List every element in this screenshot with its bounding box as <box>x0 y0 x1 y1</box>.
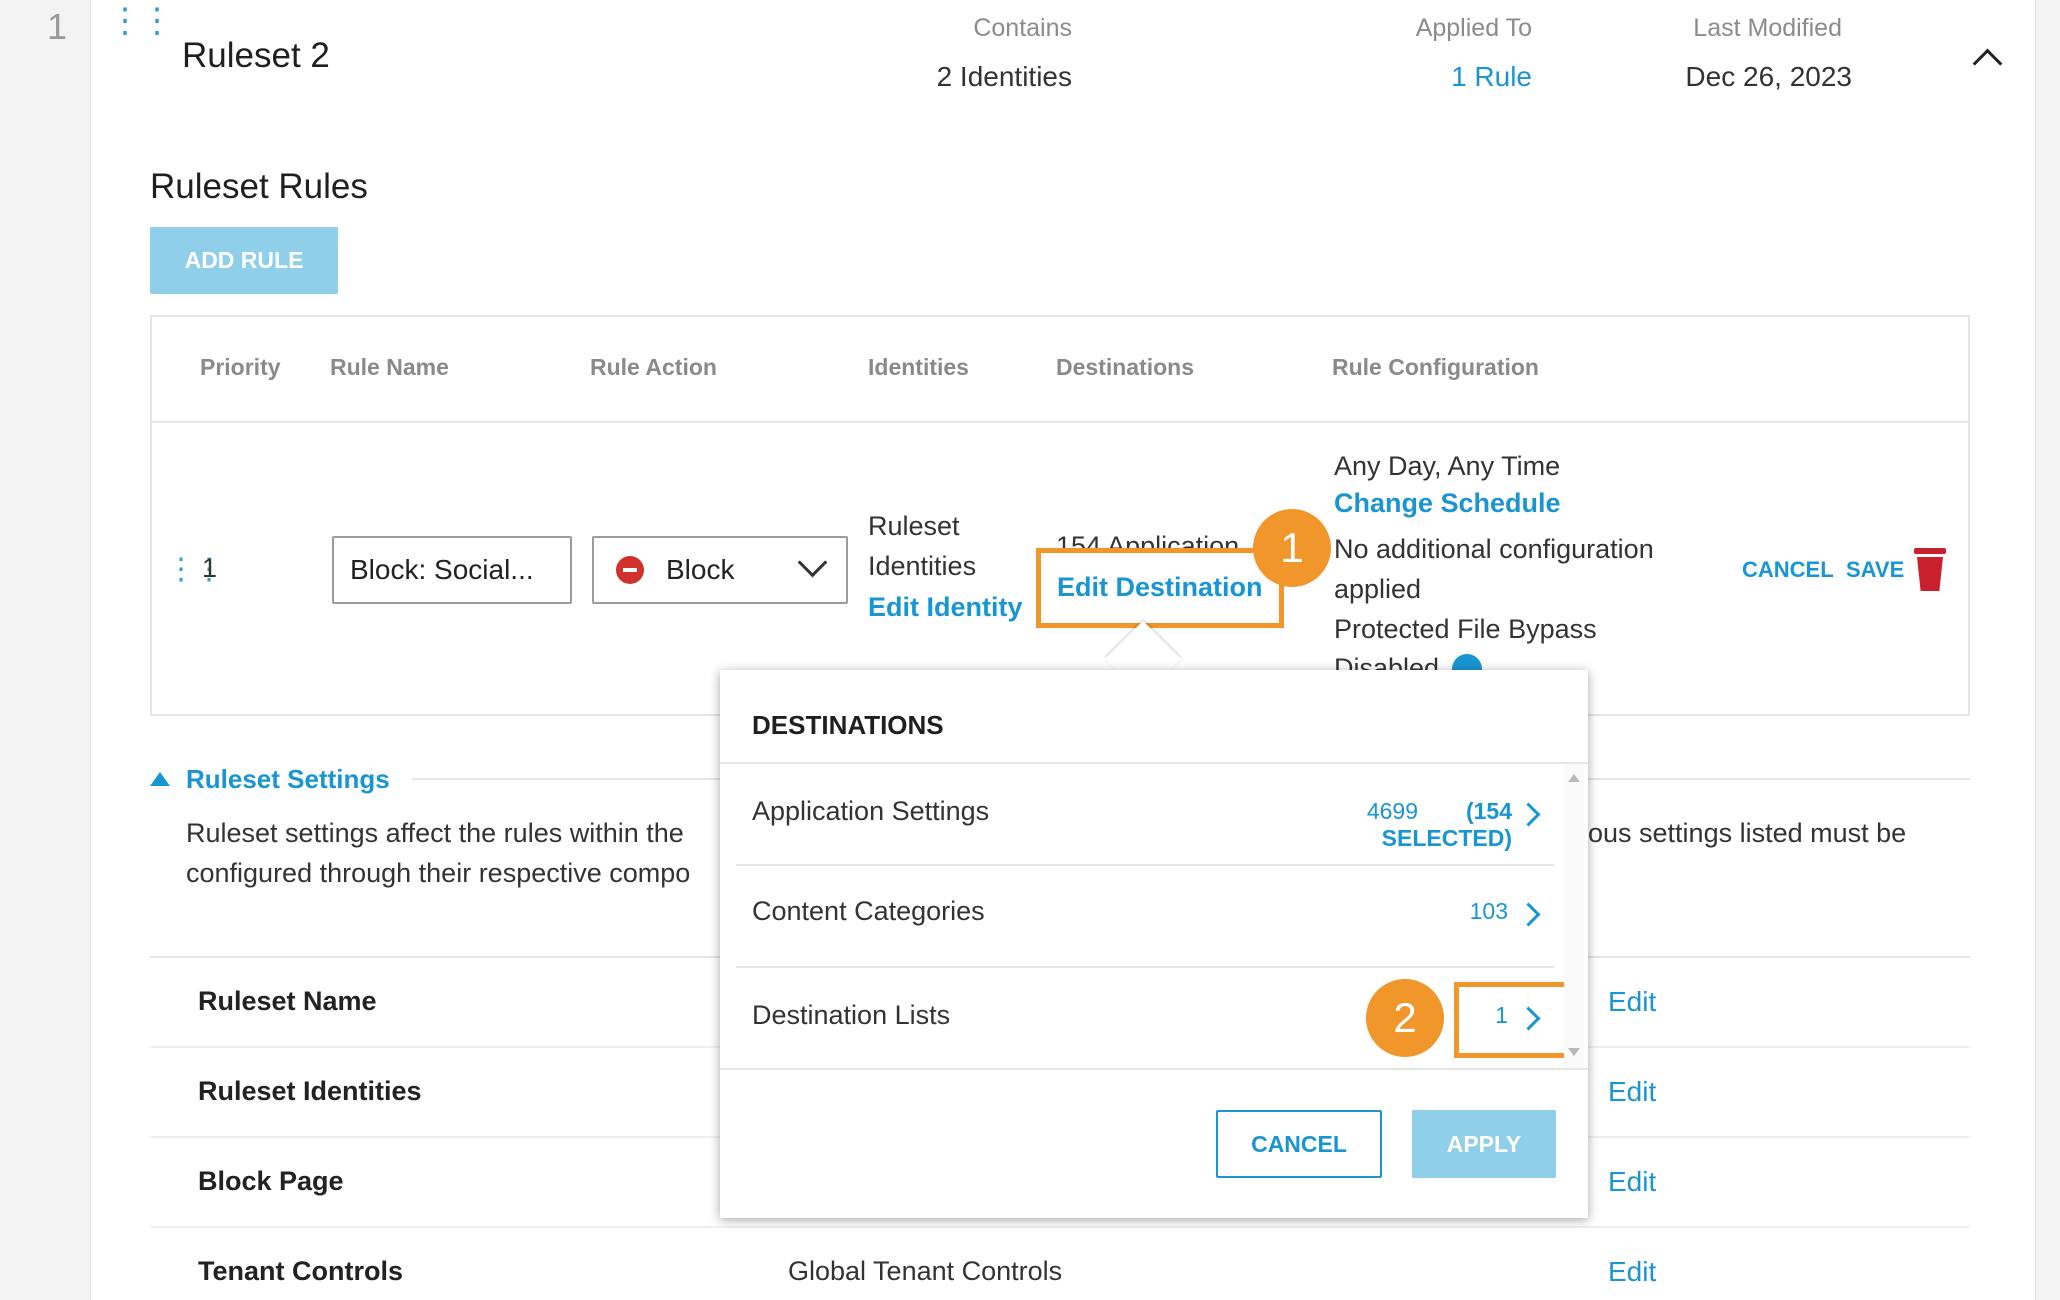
col-rule-configuration: Rule Configuration <box>1332 354 1539 380</box>
popup-footer-divider <box>720 1068 1588 1070</box>
setting-ruleset-identities-label: Ruleset Identities <box>198 1076 422 1106</box>
col-identities: Identities <box>868 354 969 380</box>
rule-name-value: Block: Social... <box>350 554 534 585</box>
col-rule-action: Rule Action <box>590 354 717 380</box>
config-applied: applied <box>1334 574 1422 604</box>
last-modified-value: Dec 26, 2023 <box>1685 61 1852 92</box>
popup-apply-button[interactable]: APPLY <box>1412 1110 1556 1178</box>
last-modified-label: Last Modified <box>1693 14 1842 42</box>
setting-block-page-label: Block Page <box>198 1166 344 1196</box>
setting-tenant-controls-label: Tenant Controls <box>198 1256 403 1286</box>
destination-lists-label: Destination Lists <box>752 1000 951 1030</box>
identities-line1: Ruleset <box>868 511 960 541</box>
rule-cancel-button[interactable]: CANCEL <box>1742 557 1834 583</box>
popup-row-destination-lists[interactable]: Destination Lists 1 2 <box>736 968 1574 1068</box>
rule-priority: 1 <box>202 553 218 583</box>
setting-ruleset-identities-edit[interactable]: Edit <box>1608 1076 1656 1108</box>
applied-to-link[interactable]: 1 Rule <box>1380 61 1532 93</box>
callout-badge-1: 1 <box>1253 509 1331 587</box>
settings-divider <box>150 1226 1970 1228</box>
col-priority: Priority <box>200 354 281 380</box>
ruleset-title: Ruleset 2 <box>182 36 330 75</box>
identities-line2: Identities <box>868 551 977 581</box>
config-schedule: Any Day, Any Time <box>1334 451 1561 481</box>
popup-scrollbar[interactable] <box>1564 764 1584 1068</box>
setting-ruleset-name-edit[interactable]: Edit <box>1608 986 1656 1018</box>
content-categories-count: 103 <box>1469 898 1508 924</box>
rule-action-select[interactable]: Block <box>592 536 848 604</box>
change-schedule-link[interactable]: Change Schedule <box>1334 488 1561 519</box>
chevron-right-icon <box>1516 902 1541 927</box>
settings-description-left: Ruleset settings affect the rules within… <box>186 818 684 848</box>
rule-action-value: Block <box>666 554 735 585</box>
popup-row-application-settings[interactable]: Application Settings 4699 (154 SELECTED) <box>736 764 1554 864</box>
rule-name-input[interactable]: Block: Social... <box>332 536 572 604</box>
application-settings-label: Application Settings <box>752 796 990 826</box>
application-settings-selected: (154 SELECTED) <box>1381 798 1512 851</box>
contains-label: Contains <box>973 14 1072 42</box>
popup-row-content-categories[interactable]: Content Categories 103 <box>736 866 1554 966</box>
edit-identity-link[interactable]: Edit Identity <box>868 592 1023 623</box>
destinations-popup: DESTINATIONS Application Settings 4699 (… <box>720 670 1588 1218</box>
ruleset-row-number: 1 <box>47 6 68 47</box>
chevron-right-icon <box>1516 802 1541 827</box>
edit-destination-link[interactable]: Edit Destination <box>1057 572 1263 603</box>
add-rule-button[interactable]: ADD RULE <box>150 227 338 294</box>
config-bypass-status-clip: Disabled <box>1330 652 1690 670</box>
col-rule-name: Rule Name <box>330 354 449 380</box>
setting-tenant-controls-edit[interactable]: Edit <box>1608 1256 1656 1288</box>
popup-cancel-button[interactable]: CANCEL <box>1216 1110 1382 1178</box>
delete-trash-icon[interactable] <box>1914 548 1946 591</box>
config-file-bypass: Protected File Bypass <box>1334 614 1597 644</box>
ruleset-rules-heading: Ruleset Rules <box>150 167 368 206</box>
drag-handle-icon[interactable]: ⋮⋮ <box>108 4 174 38</box>
info-icon[interactable] <box>1452 654 1482 670</box>
config-bypass-status: Disabled <box>1334 653 1440 670</box>
rule-save-button[interactable]: SAVE <box>1846 557 1904 583</box>
settings-description-line2: configured through their respective comp… <box>186 858 691 888</box>
popup-title: DESTINATIONS <box>752 710 944 740</box>
config-additional: No additional configuration <box>1334 534 1654 564</box>
setting-block-page-edit[interactable]: Edit <box>1608 1166 1656 1198</box>
ruleset-settings-toggle[interactable]: Ruleset Settings <box>186 764 390 795</box>
applied-to-label: Applied To <box>1415 14 1532 42</box>
callout-badge-2: 2 <box>1366 979 1444 1057</box>
setting-tenant-controls-value: Global Tenant Controls <box>788 1256 1063 1286</box>
scroll-up-icon[interactable] <box>1568 774 1580 782</box>
settings-description-right: ous settings listed must be <box>1588 818 1907 848</box>
contains-value: 2 Identities <box>936 61 1072 92</box>
setting-ruleset-name-label: Ruleset Name <box>198 986 377 1016</box>
scroll-down-icon[interactable] <box>1568 1048 1580 1056</box>
chevron-down-icon <box>797 547 828 578</box>
content-categories-label: Content Categories <box>752 896 985 926</box>
collapse-triangle-icon[interactable] <box>150 772 170 786</box>
col-destinations: Destinations <box>1056 354 1195 380</box>
block-icon <box>616 556 644 584</box>
table-header-divider <box>152 421 1968 423</box>
